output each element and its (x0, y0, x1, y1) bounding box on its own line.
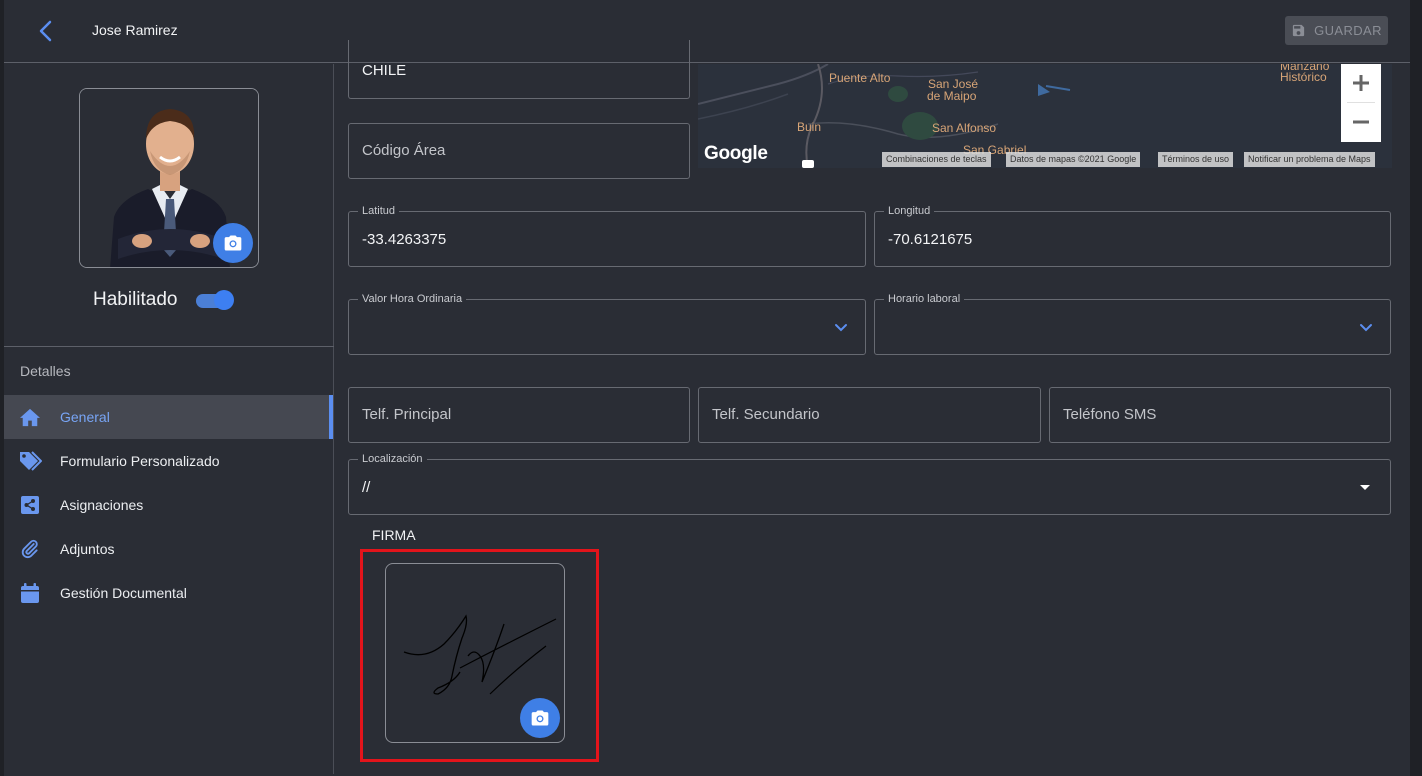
map-zoom-controls (1341, 64, 1381, 142)
save-button-label: GUARDAR (1314, 23, 1382, 38)
map-label: San Alfonso (932, 121, 997, 135)
minus-icon (1353, 120, 1369, 124)
sidebar-item-adjuntos[interactable]: Adjuntos (4, 527, 333, 571)
zoom-in-button[interactable] (1341, 64, 1381, 102)
sidebar-nav: General Formulario Personalizado Asignac… (4, 395, 333, 615)
chevron-down-icon (1360, 324, 1372, 332)
chevron-left-icon (39, 20, 52, 42)
map-attribution-report[interactable]: Notificar un problema de Maps (1244, 152, 1375, 167)
sidebar-divider (4, 346, 334, 347)
plus-icon (1353, 75, 1369, 91)
latitude-value: -33.4263375 (362, 231, 447, 248)
hourly-rate-select[interactable]: Valor Hora Ordinaria (348, 292, 866, 355)
phone-sms-field[interactable]: Teléfono SMS (1049, 387, 1391, 443)
country-value: CHILE (362, 62, 407, 79)
caret-down-icon (1360, 485, 1370, 490)
calendar-icon (18, 581, 42, 605)
share-icon (18, 493, 42, 517)
zoom-out-button[interactable] (1341, 103, 1381, 141)
latitude-field[interactable]: Latitud -33.4263375 (348, 204, 866, 267)
sidebar-item-label: Asignaciones (60, 497, 144, 513)
enabled-toggle[interactable] (195, 290, 234, 310)
map-attribution-shortcuts[interactable]: Combinaciones de teclas (882, 152, 991, 167)
longitude-label: Longitud (884, 204, 935, 218)
map[interactable]: Puente Alto San José de Maipo Buin San A… (698, 64, 1392, 168)
save-icon (1292, 24, 1305, 37)
chevron-down-icon (835, 324, 847, 332)
location-select[interactable]: Localización // (348, 452, 1391, 515)
map-label: Buin (797, 120, 822, 134)
location-value: // (362, 479, 371, 496)
map-label: Puente Alto (829, 71, 891, 85)
map-attribution-data: Datos de mapas ©2021 Google (1006, 152, 1141, 167)
sidebar-item-label: Formulario Personalizado (60, 453, 220, 469)
sidebar-item-label: General (60, 409, 110, 425)
google-logo: Google (704, 143, 768, 164)
longitude-field[interactable]: Longitud -70.6121675 (874, 204, 1391, 267)
top-bar: Jose Ramirez GUARDAR (4, 0, 1410, 63)
sidebar-item-general[interactable]: General (4, 395, 333, 439)
country-field[interactable]: CHILE (348, 40, 690, 99)
signature-label: FIRMA (372, 527, 416, 543)
change-signature-button[interactable] (520, 698, 560, 738)
work-schedule-label: Horario laboral (884, 292, 965, 306)
sidebar-item-asignaciones[interactable]: Asignaciones (4, 483, 333, 527)
map-label: de Maipo (927, 89, 977, 103)
signature-card[interactable] (385, 563, 565, 743)
avatar (79, 88, 259, 268)
work-schedule-select[interactable]: Horario laboral (874, 292, 1391, 355)
home-icon (18, 405, 42, 429)
tag-icon (18, 449, 42, 473)
sidebar-item-label: Adjuntos (60, 541, 115, 557)
change-photo-button[interactable] (213, 223, 253, 263)
save-button[interactable]: GUARDAR (1285, 16, 1388, 45)
hourly-rate-label: Valor Hora Ordinaria (358, 292, 467, 306)
paperclip-icon (18, 537, 42, 561)
phone-secondary-field[interactable]: Telf. Secundario (698, 387, 1041, 443)
area-code-field[interactable]: Código Área (348, 123, 690, 179)
camera-icon (531, 710, 549, 726)
app-window: Jose Ramirez GUARDAR Habilitado Detalles… (4, 0, 1410, 776)
sidebar: Habilitado Detalles General Formulario P… (4, 64, 334, 774)
sidebar-item-formulario-personalizado[interactable]: Formulario Personalizado (4, 439, 333, 483)
sidebar-item-gestion-documental[interactable]: Gestión Documental (4, 571, 333, 615)
back-button[interactable] (34, 18, 58, 44)
location-label: Localización (358, 452, 427, 466)
sidebar-item-label: Gestión Documental (60, 585, 187, 601)
longitude-value: -70.6121675 (888, 231, 973, 248)
enabled-row: Habilitado (93, 289, 234, 311)
phone-sms-placeholder: Teléfono SMS (1063, 406, 1157, 423)
phone-secondary-placeholder: Telf. Secundario (712, 406, 820, 423)
toggle-knob (213, 290, 234, 310)
area-code-placeholder: Código Área (362, 142, 446, 159)
phone-main-field[interactable]: Telf. Principal (348, 387, 690, 443)
camera-icon (224, 235, 242, 251)
map-label: Histórico (1280, 70, 1327, 84)
enabled-label: Habilitado (93, 289, 178, 310)
page-title: Jose Ramirez (92, 22, 178, 38)
phone-main-placeholder: Telf. Principal (362, 406, 452, 423)
latitude-label: Latitud (358, 204, 400, 218)
section-label: Detalles (20, 363, 71, 379)
map-attribution-terms[interactable]: Términos de uso (1158, 152, 1234, 167)
